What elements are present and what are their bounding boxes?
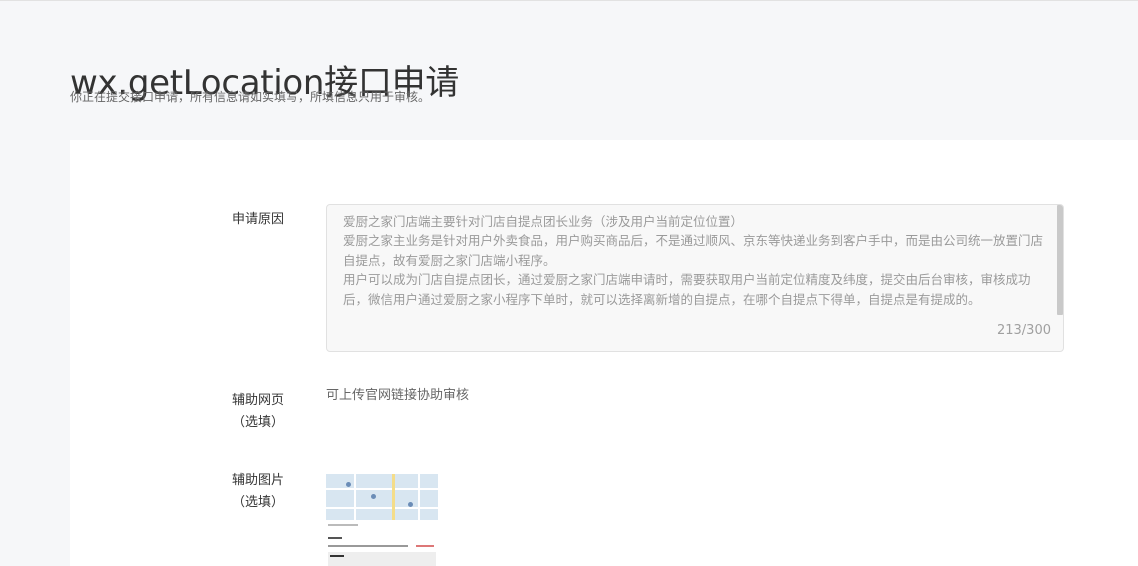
reason-textarea[interactable]: 爱厨之家门店端主要针对门店自提点团长业务（涉及用户当前定位位置） 爱厨之家主业务… [326,204,1064,352]
map-road [354,474,356,520]
thumb-detail-line [416,545,434,547]
webpage-label-line1: 辅助网页 [231,393,284,408]
thumb-detail-line [328,524,358,526]
map-road [326,507,438,509]
thumb-detail-line [328,545,408,547]
thumb-detail-line [330,555,344,557]
webpage-hint: 可上传官网链接协助审核 [326,388,470,403]
image-label-line2: （选填） [231,495,284,510]
reason-textarea-value[interactable]: 爱厨之家门店端主要针对门店自提点团长业务（涉及用户当前定位位置） 爱厨之家主业务… [343,212,1047,324]
map-road [418,474,420,520]
reason-char-counter: 213/300 [996,323,1051,338]
map-main-road [392,474,395,520]
image-label: 辅助图片 （选填） [198,470,318,514]
page-subtitle: 你正在提交接口申请，所有信息请如实填写，所填信息只用于审核。 [70,90,431,104]
form-card: 申请原因 爱厨之家门店端主要针对门店自提点团长业务（涉及用户当前定位位置） 爱厨… [70,140,1138,566]
map-pin-icon [346,482,351,487]
reason-label-text: 申请原因 [231,212,284,227]
map-pin-icon [371,494,376,499]
webpage-label-line2: （选填） [231,415,284,430]
uploaded-image-thumbnail[interactable] [326,474,438,566]
textarea-scrollbar[interactable] [1057,205,1063,315]
thumb-detail-line [328,537,342,539]
webpage-label: 辅助网页 （选填） [198,390,318,434]
map-road [326,488,438,490]
image-label-line1: 辅助图片 [231,473,284,488]
thumb-detail-block [328,552,436,566]
map-pin-icon [408,502,413,507]
top-divider [0,0,1138,1]
reason-label: 申请原因 [198,209,318,231]
map-preview [326,474,438,520]
